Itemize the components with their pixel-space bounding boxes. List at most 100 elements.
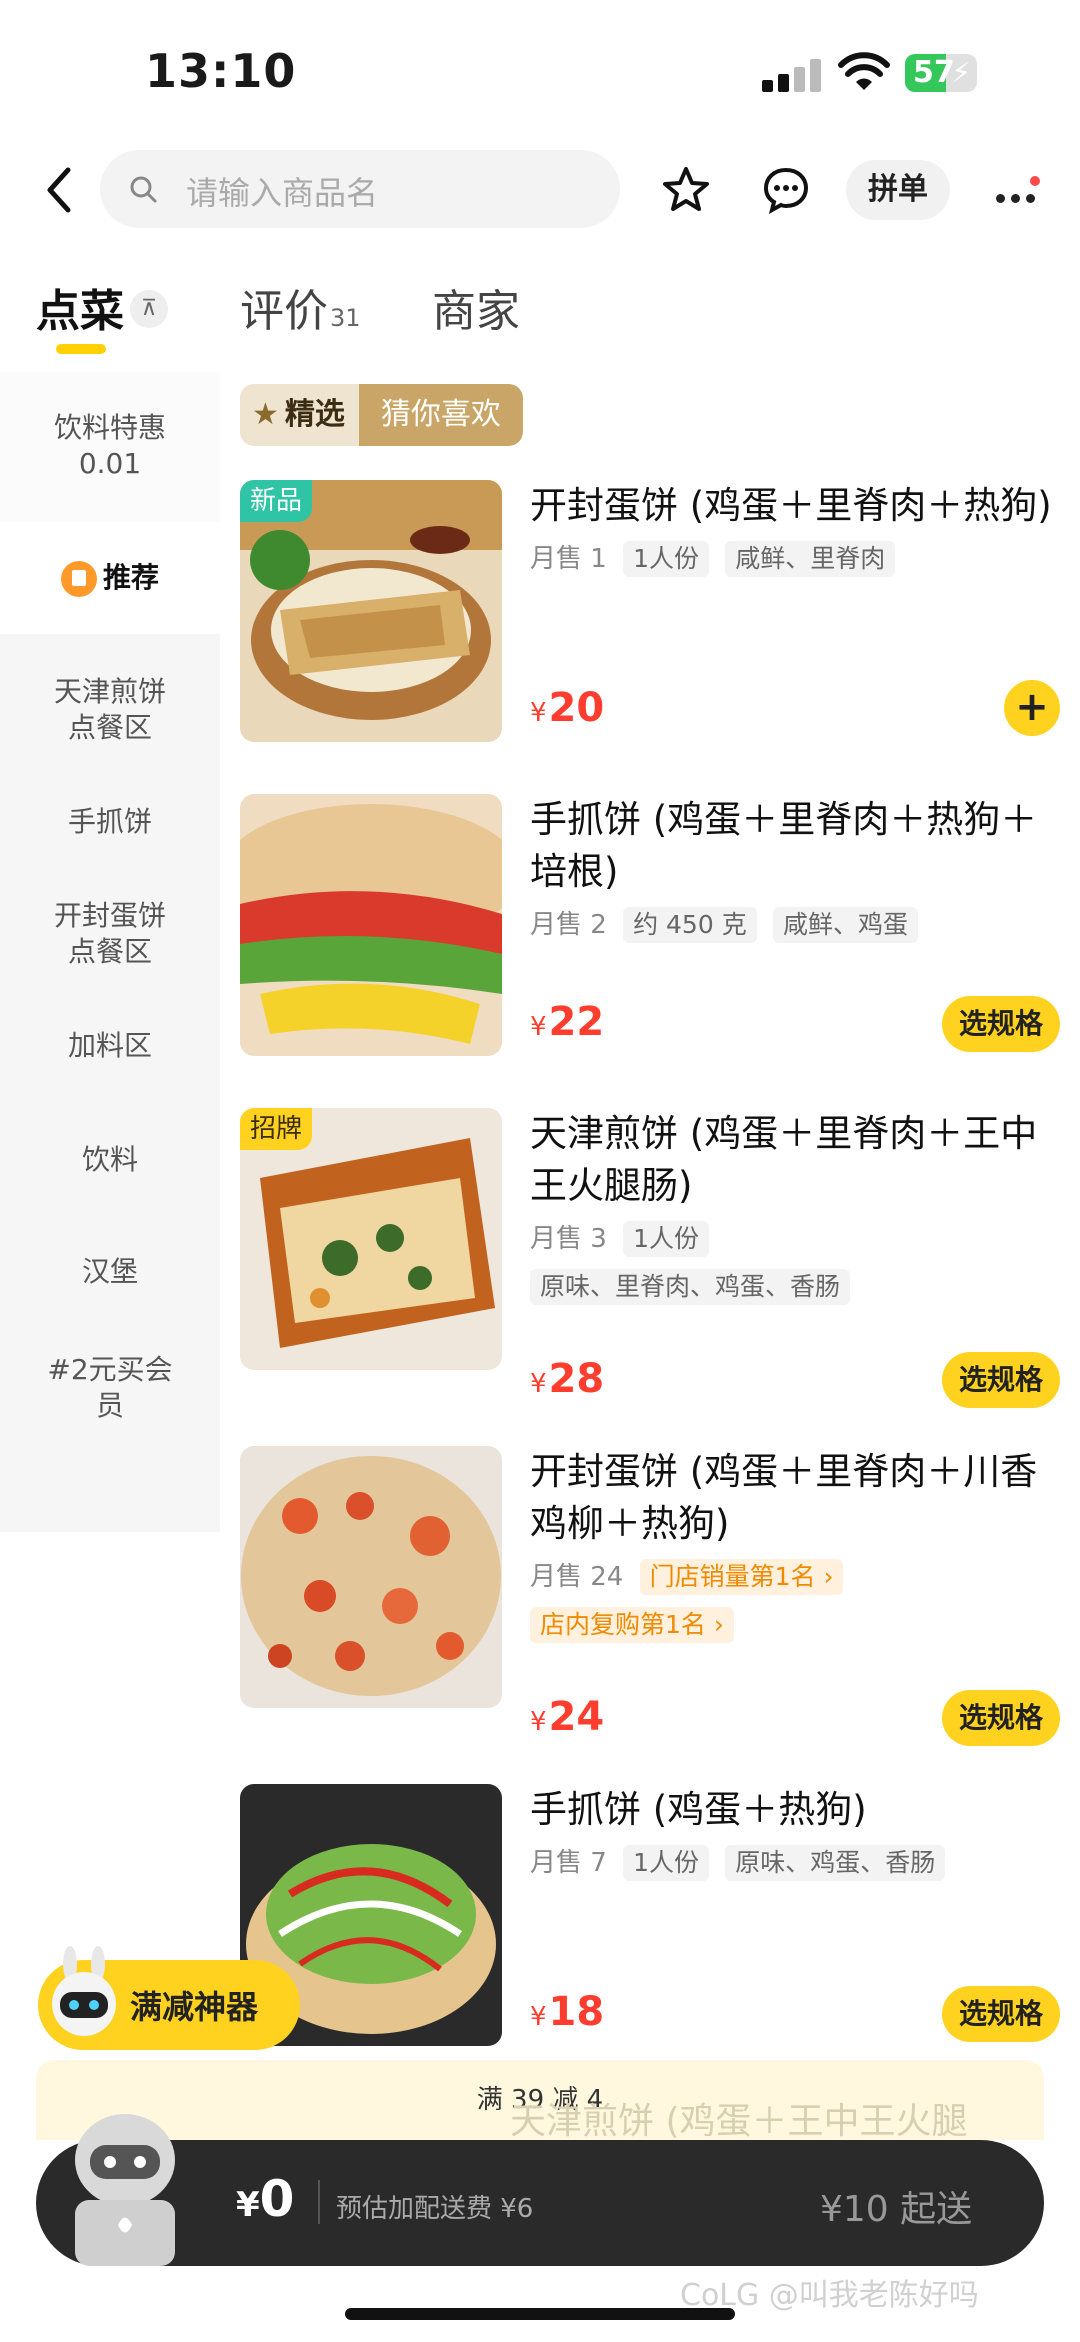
product-image[interactable]: 新品	[240, 480, 502, 742]
min-order: ¥10 起送	[820, 2189, 973, 2230]
product-tag: 咸鲜、鸡蛋	[772, 907, 918, 943]
add-to-cart-button[interactable]: +	[1004, 680, 1060, 736]
signature-badge: 招牌	[240, 1108, 313, 1150]
currency-symbol: ¥	[530, 1707, 547, 1737]
tab-merchant[interactable]: 商家	[432, 275, 520, 339]
filter-chips: ★ 精选 猜你喜欢	[240, 384, 523, 446]
filter-guess[interactable]: 猜你喜欢	[358, 384, 523, 446]
back-icon[interactable]	[40, 162, 80, 218]
price-value: 28	[548, 1356, 605, 1402]
cart-total: ¥0	[236, 2170, 294, 2228]
product-title: 开封蛋饼 (鸡蛋＋里脊肉＋川香鸡柳＋热狗)	[530, 1450, 1038, 1545]
monthly-sales: 月售 1	[530, 544, 607, 574]
price-value: 20	[548, 685, 605, 731]
product-card[interactable]: 开封蛋饼 (鸡蛋＋里脊肉＋川香鸡柳＋热狗) 月售 24 门店销量第1名 › 店内…	[240, 1446, 1060, 1746]
product-meta: 月售 1 1人份 咸鲜、里脊肉	[530, 540, 1060, 578]
monthly-sales: 月售 24	[530, 1562, 624, 1592]
sidebar-item-label: 点餐区	[67, 711, 152, 744]
sidebar-item-label: 0.01	[78, 447, 142, 480]
filter-selected[interactable]: ★ 精选	[240, 384, 359, 446]
sidebar-item-drink-deal[interactable]: 饮料特惠 0.01	[0, 372, 220, 522]
choose-spec-button[interactable]: 选规格	[942, 1352, 1060, 1408]
group-order-button[interactable]: 拼单	[846, 160, 950, 220]
tab-order[interactable]: 点菜	[36, 275, 124, 339]
battery-icon: 57 ⚡	[905, 54, 977, 92]
product-card[interactable]: 新品 开封蛋饼 (鸡蛋＋里脊肉＋热狗) 月售 1 1人份 咸鲜、里脊肉 ¥20 …	[240, 480, 1060, 750]
cart-amount: 0	[259, 2170, 295, 2228]
product-tag: 1人份	[623, 541, 709, 577]
choose-spec-button[interactable]: 选规格	[942, 1690, 1060, 1746]
sidebar-item-label: 手抓饼	[67, 805, 152, 838]
home-indicator[interactable]	[345, 2308, 735, 2320]
top-nav: 请输入商品名 拼单	[0, 150, 1080, 230]
collapse-icon[interactable]: ⊼	[130, 290, 168, 328]
sidebar-item-drinks[interactable]: 饮料	[0, 1142, 220, 1178]
sales-rank-tag[interactable]: 门店销量第1名 ›	[639, 1559, 844, 1595]
product-image[interactable]	[240, 794, 502, 1056]
price-value: 18	[548, 1989, 605, 2035]
sidebar-item-toppings[interactable]: 加料区	[0, 1028, 220, 1064]
food-image	[240, 794, 502, 1056]
product-price: ¥20	[530, 685, 604, 731]
product-card[interactable]: 手抓饼 (鸡蛋＋里脊肉＋热狗＋培根) 月售 2 约 450 克 咸鲜、鸡蛋 ¥2…	[240, 794, 1060, 1064]
currency-symbol: ¥	[530, 1369, 547, 1399]
currency-symbol: ¥	[530, 698, 547, 728]
status-bar: 13:10 57 ⚡	[0, 0, 1080, 140]
monthly-sales: 月售 3	[530, 1224, 607, 1254]
product-image[interactable]: 招牌	[240, 1108, 502, 1370]
sidebar-item-shouzhuabing[interactable]: 手抓饼	[0, 804, 220, 840]
battery-level: 57	[913, 55, 955, 90]
cart-robot-icon[interactable]	[40, 2100, 210, 2270]
sidebar-item-label: 饮料	[81, 1143, 138, 1176]
search-icon	[130, 176, 157, 203]
product-card[interactable]: 招牌 天津煎饼 (鸡蛋＋里脊肉＋王中王火腿肠) 月售 3 1人份 原味、里脊肉、…	[240, 1108, 1060, 1408]
discount-helper-label: 满减神器	[130, 1988, 259, 2026]
search-bar[interactable]: 请输入商品名	[100, 150, 620, 228]
choose-spec-button[interactable]: 选规格	[942, 1986, 1060, 2042]
bookmark-icon	[60, 561, 97, 597]
sidebar-item-membership[interactable]: #2元买会 员	[0, 1352, 220, 1424]
next-item-title: 天津煎饼 (鸡蛋＋王中王火腿	[510, 2101, 968, 2142]
product-title: 开封蛋饼 (鸡蛋＋里脊肉＋热狗)	[530, 484, 1052, 527]
price-value: 24	[548, 1694, 605, 1740]
sidebar-item-label: 加料区	[67, 1029, 152, 1062]
product-image[interactable]	[240, 1446, 502, 1708]
sidebar-item-label: 员	[95, 1389, 124, 1422]
tab-reviews[interactable]: 评价31	[240, 275, 361, 339]
sidebar-item-label: 汉堡	[81, 1255, 138, 1288]
delivery-fee: 预估加配送费 ¥6	[336, 2194, 534, 2224]
product-price: ¥22	[530, 999, 604, 1045]
product-meta: 月售 24 门店销量第1名 › 店内复购第1名 ›	[530, 1558, 1060, 1644]
star-icon[interactable]	[660, 164, 712, 216]
sidebar-item-tianjin[interactable]: 天津煎饼 点餐区	[0, 674, 220, 746]
product-title: 手抓饼 (鸡蛋＋里脊肉＋热狗＋培根)	[530, 798, 1038, 893]
product-tag: 约 450 克	[623, 907, 757, 943]
sidebar-item-burgers[interactable]: 汉堡	[0, 1254, 220, 1290]
product-card[interactable]: 手抓饼 (鸡蛋＋热狗) 月售 7 1人份 原味、鸡蛋、香肠 ¥18 选规格	[240, 1784, 1060, 2054]
divider	[318, 2180, 320, 2224]
more-icon[interactable]	[990, 164, 1042, 216]
sidebar-item-recommended[interactable]: 推荐	[0, 522, 220, 634]
cellular-signal-icon	[762, 58, 824, 92]
product-tag: 1人份	[623, 1221, 709, 1257]
discount-helper-button[interactable]: 满减神器	[38, 1946, 300, 2050]
tab-order-label: 点菜	[36, 286, 124, 337]
message-icon[interactable]	[760, 164, 812, 216]
monthly-sales: 月售 2	[530, 910, 607, 940]
review-count: 31	[330, 304, 361, 332]
active-tab-indicator	[56, 344, 106, 354]
tab-reviews-label: 评价	[240, 286, 328, 337]
sidebar-item-label: 开封蛋饼	[53, 899, 166, 932]
sidebar-item-kaifeng[interactable]: 开封蛋饼 点餐区	[0, 898, 220, 970]
repurchase-rank-tag[interactable]: 店内复购第1名 ›	[530, 1607, 734, 1643]
monthly-sales: 月售 7	[530, 1848, 607, 1878]
product-tag: 原味、里脊肉、鸡蛋、香肠	[530, 1269, 851, 1305]
product-meta: 月售 7 1人份 原味、鸡蛋、香肠	[530, 1844, 1060, 1882]
sidebar-item-label: 推荐	[102, 561, 159, 594]
product-tag: 原味、鸡蛋、香肠	[725, 1845, 946, 1881]
sidebar-item-label: #2元买会	[47, 1353, 173, 1386]
product-meta: 月售 3 1人份 原味、里脊肉、鸡蛋、香肠	[530, 1220, 1060, 1306]
choose-spec-button[interactable]: 选规格	[942, 996, 1060, 1052]
bunny-robot-icon	[52, 1946, 116, 2036]
product-tag: 咸鲜、里脊肉	[725, 541, 896, 577]
